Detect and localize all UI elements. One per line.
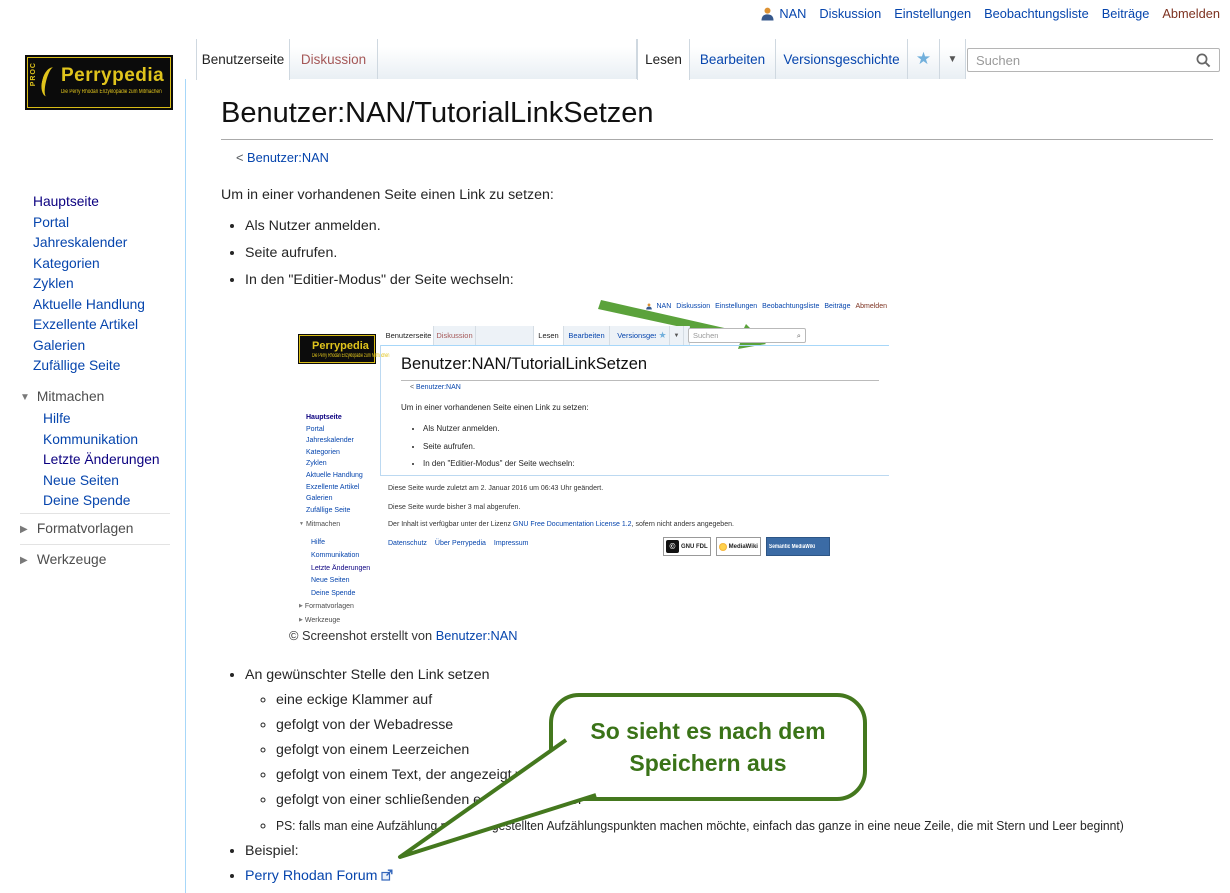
sidebar-item-kommunikation[interactable]: Kommunikation xyxy=(43,430,183,451)
mini-footer-license: Der Inhalt ist verfügbar unter der Lizen… xyxy=(388,521,734,528)
intro-text: Um in einer vorhandenen Seite einen Link… xyxy=(221,187,554,203)
mediawiki-badge: MediaWiki xyxy=(716,537,761,556)
search-input[interactable] xyxy=(967,48,1220,72)
mini-tab-bearbeiten: Bearbeiten xyxy=(564,326,610,345)
mini-star-icon: ★ xyxy=(656,326,670,345)
sidebar-divider xyxy=(20,513,170,514)
chevron-down-icon: ▼ xyxy=(20,392,33,403)
mini-caret-icon: ▼ xyxy=(670,326,684,345)
more-actions-dropdown[interactable]: ▼ xyxy=(940,39,966,79)
sidebar-item-zyklen[interactable]: Zyklen xyxy=(33,274,183,295)
list-item: Seite aufrufen. xyxy=(245,240,514,267)
sidebar-item-hauptseite[interactable]: Hauptseite xyxy=(33,192,183,213)
list-item: Als Nutzer anmelden. xyxy=(245,213,514,240)
chevron-right-icon: ▶ xyxy=(20,555,33,566)
content-area: Benutzer:NAN/TutorialLinkSetzen < Benutz… xyxy=(185,79,1230,893)
sidebar-section-mitmachen[interactable]: ▼ Mitmachen xyxy=(20,389,104,404)
caret-down-icon: ▼ xyxy=(948,54,958,65)
personal-user-link[interactable]: NAN xyxy=(779,6,806,21)
sidebar-item-jahreskalender[interactable]: Jahreskalender xyxy=(33,233,183,254)
example-link-item: Perry Rhodan Forum xyxy=(245,864,1198,890)
mini-footer-lastmod: Diese Seite wurde zuletzt am 2. Januar 2… xyxy=(388,485,603,492)
tutorial-screenshot-image: NAN Diskussion Einstellungen Beobachtung… xyxy=(294,299,889,628)
sidebar-item-neue-seiten[interactable]: Neue Seiten xyxy=(43,471,183,492)
mini-breadcrumb: < Benutzer:NAN xyxy=(410,384,461,391)
speech-bubble-annotation: So sieht es nach dem Speichern aus xyxy=(549,693,867,801)
chevron-right-icon: ▶ xyxy=(20,524,33,535)
personal-beobachtungsliste-link[interactable]: Beobachtungsliste xyxy=(984,6,1089,21)
sidebar-item-exzellente-artikel[interactable]: Exzellente Artikel xyxy=(33,315,183,336)
mini-footer-badges: ©GNU FDL MediaWiki Semantic MediaWiki xyxy=(663,537,830,556)
logo-proc-text: PROC xyxy=(30,62,37,86)
sidebar-item-letzte-aenderungen[interactable]: Letzte Änderungen xyxy=(43,450,183,471)
search-icon[interactable] xyxy=(1196,53,1211,73)
breadcrumb: < Benutzer:NAN xyxy=(236,150,329,165)
tab-bar: Benutzerseite Diskussion Lesen Bearbeite… xyxy=(186,39,1230,80)
logo-subtitle: Die Perry Rhodan Enzyklopädie zum Mitmac… xyxy=(61,89,162,95)
list-item-ps: PS: falls man eine Aufzählung mit Vorang… xyxy=(276,813,1198,839)
steps-list: Als Nutzer anmelden. Seite aufrufen. In … xyxy=(230,213,514,294)
sidebar-item-aktuelle-handlung[interactable]: Aktuelle Handlung xyxy=(33,295,183,316)
mini-tab-diskussion: Diskussion xyxy=(434,326,476,345)
tab-lesen[interactable]: Lesen xyxy=(637,39,690,80)
tab-diskussion[interactable]: Diskussion xyxy=(290,39,378,79)
mini-sidebar: Hauptseite Portal Jahreskalender Kategor… xyxy=(306,412,363,516)
mini-search-box: Suchen⌕ xyxy=(688,328,806,343)
sidebar-item-kategorien[interactable]: Kategorien xyxy=(33,254,183,275)
breadcrumb-link[interactable]: Benutzer:NAN xyxy=(247,150,329,165)
screenshot-caption: © Screenshot erstellt von Benutzer:NAN xyxy=(289,628,518,643)
sidebar-section-formatvorlagen[interactable]: ▶ Formatvorlagen xyxy=(20,521,133,536)
tab-bar-filler xyxy=(378,39,637,79)
mini-tab-benutzerseite: Benutzerseite xyxy=(384,326,434,345)
tab-versionsgeschichte[interactable]: Versionsgeschichte xyxy=(776,39,908,79)
external-link-icon xyxy=(381,865,393,890)
page-title: Benutzer:NAN/TutorialLinkSetzen xyxy=(221,97,1213,140)
personal-einstellungen-link[interactable]: Einstellungen xyxy=(894,6,971,21)
sidebar-item-zufaellige-seite[interactable]: Zufällige Seite xyxy=(33,356,183,377)
personal-diskussion-link[interactable]: Diskussion xyxy=(819,6,881,21)
list-item: An gewünschter Stelle den Link setzen xyxy=(245,663,1198,688)
sidebar-item-hilfe[interactable]: Hilfe xyxy=(43,409,183,430)
sidebar-divider xyxy=(20,544,170,545)
personal-bar: NAN Diskussion Einstellungen Beobachtung… xyxy=(761,6,1220,21)
sidebar-section-werkzeuge[interactable]: ▶ Werkzeuge xyxy=(20,552,106,567)
user-icon xyxy=(761,7,774,21)
mini-footer-links: Datenschutz Über Perrypedia Impressum xyxy=(388,540,529,547)
personal-abmelden-link[interactable]: Abmelden xyxy=(1162,6,1220,21)
perry-rhodan-forum-link[interactable]: Perry Rhodan Forum xyxy=(245,868,377,884)
mini-tab-lesen: Lesen xyxy=(534,326,564,345)
sidebar-item-deine-spende[interactable]: Deine Spende xyxy=(43,491,183,512)
tab-bearbeiten[interactable]: Bearbeiten xyxy=(690,39,776,79)
tab-benutzerseite[interactable]: Benutzerseite xyxy=(196,39,290,80)
mini-logo: Perrypedia Die Perry Rhodan Enzyklopädie… xyxy=(298,334,376,364)
semantic-mediawiki-badge: Semantic MediaWiki xyxy=(766,537,830,556)
sidebar-item-galerien[interactable]: Galerien xyxy=(33,336,183,357)
list-item: Beispiel: xyxy=(245,839,1198,864)
logo-swoosh-icon xyxy=(39,66,62,99)
perrypedia-logo[interactable]: PROC Perrypedia Die Perry Rhodan Enzyklo… xyxy=(25,55,173,110)
sidebar-item-portal[interactable]: Portal xyxy=(33,213,183,234)
watch-star-icon[interactable]: ★ xyxy=(908,39,940,79)
personal-beitraege-link[interactable]: Beiträge xyxy=(1102,6,1150,21)
logo-title: Perrypedia xyxy=(61,65,164,87)
gnu-fdl-badge: ©GNU FDL xyxy=(663,537,711,556)
mini-footer-views: Diese Seite wurde bisher 3 mal abgerufen… xyxy=(388,504,520,511)
caption-user-link[interactable]: Benutzer:NAN xyxy=(436,628,518,643)
mini-page-title: Benutzer:NAN/TutorialLinkSetzen xyxy=(401,355,647,374)
list-item: In den "Editier-Modus" der Seite wechsel… xyxy=(245,267,514,294)
